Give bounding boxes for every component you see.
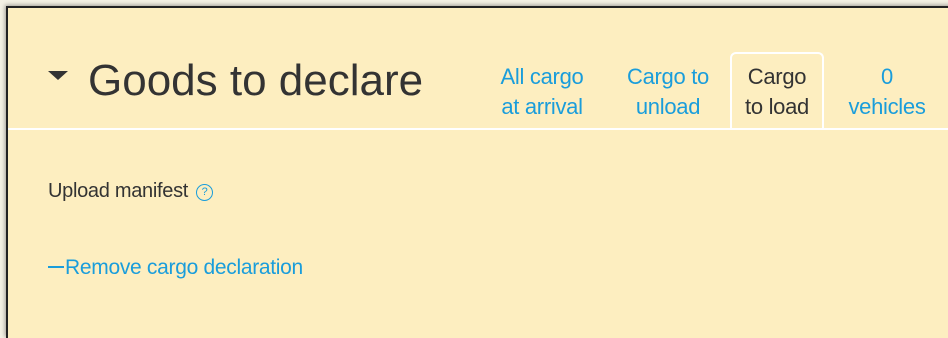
tab-label-line2: at arrival: [501, 94, 583, 119]
upload-manifest-row: Upload manifest?: [48, 180, 214, 203]
tab-cargo-to-load[interactable]: Cargo to load: [730, 52, 824, 130]
goods-to-declare-panel: Goods to declare All cargo at arrival Ca…: [6, 6, 948, 338]
tab-all-cargo-at-arrival[interactable]: All cargo at arrival: [482, 62, 602, 122]
tab-label-line1: Cargo to: [627, 64, 709, 89]
tab-cargo-to-unload[interactable]: Cargo to unload: [608, 62, 728, 122]
tab-label-line1: Cargo: [747, 64, 807, 89]
caret-down-icon[interactable]: [48, 71, 68, 80]
minus-icon: [48, 266, 64, 268]
section-header: Goods to declare All cargo at arrival Ca…: [8, 8, 948, 130]
header-divider: [8, 128, 948, 130]
tab-label-line2: vehicles: [848, 94, 926, 119]
tab-vehicle-count: 0: [881, 64, 893, 89]
tab-label-line2: unload: [635, 94, 701, 119]
question-circle-icon[interactable]: ?: [196, 184, 214, 201]
remove-cargo-declaration-link[interactable]: Remove cargo declaration: [48, 256, 303, 280]
upload-manifest-label: Upload manifest: [48, 180, 189, 202]
tab-label-line1: All cargo: [500, 64, 584, 89]
tab-vehicles[interactable]: 0 vehicles: [832, 62, 942, 122]
section-title: Goods to declare: [88, 56, 424, 105]
tab-label-line2: to load: [745, 94, 809, 119]
remove-cargo-declaration-label: Remove cargo declaration: [65, 256, 303, 279]
